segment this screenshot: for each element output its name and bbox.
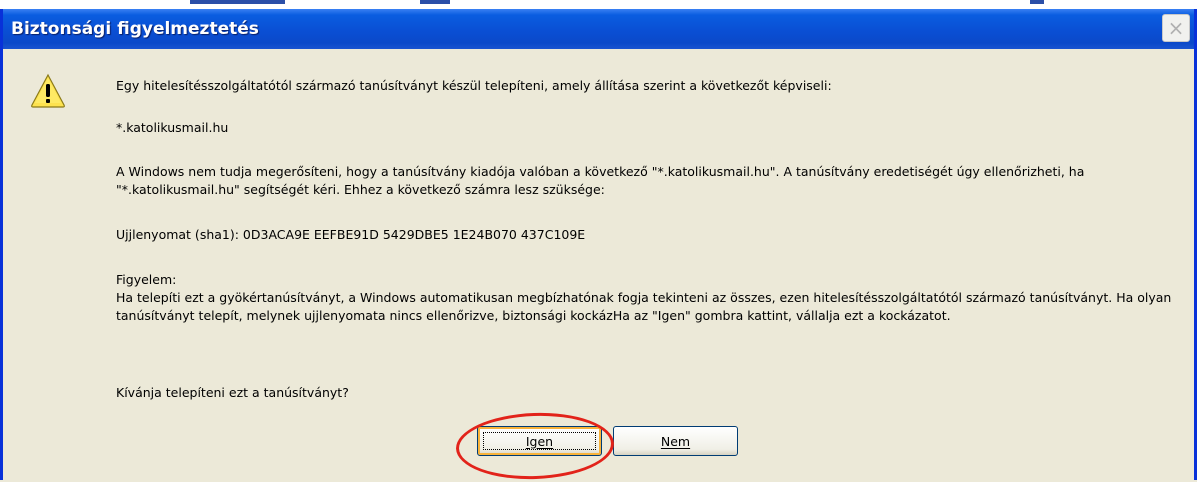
warning-heading: Figyelem:	[116, 272, 177, 287]
verify-text: A Windows nem tudja megerősíteni, hogy a…	[116, 164, 1085, 197]
certificate-domain: *.katolikusmail.hu	[116, 120, 229, 135]
install-question: Kívánja telepíteni ezt a tanúsítványt?	[116, 385, 349, 400]
background-window-strip	[0, 0, 1197, 9]
warning-icon	[31, 73, 65, 108]
background-fragment	[420, 0, 450, 4]
security-warning-dialog: Biztonsági figyelmeztetés × Egy hitelesí…	[0, 9, 1197, 482]
no-button-label: Nem	[660, 433, 691, 449]
dialog-title: Biztonsági figyelmeztetés	[11, 19, 259, 39]
thumbprint-text: Ujjlenyomat (sha1): 0D3ACA9E EEFBE91D 54…	[116, 227, 586, 242]
close-icon: ×	[1167, 16, 1185, 40]
background-fragment	[1030, 0, 1044, 4]
no-button[interactable]: Nem	[613, 426, 738, 456]
titlebar: Biztonsági figyelmeztetés ×	[3, 9, 1194, 49]
warning-text: Ha telepíti ezt a gyökértanúsítványt, a …	[116, 290, 1172, 323]
red-circle-annotation	[454, 410, 616, 482]
close-button[interactable]: ×	[1162, 14, 1190, 42]
background-fragment	[190, 0, 285, 4]
intro-text: Egy hitelesítésszolgáltatótól származó t…	[116, 78, 832, 93]
